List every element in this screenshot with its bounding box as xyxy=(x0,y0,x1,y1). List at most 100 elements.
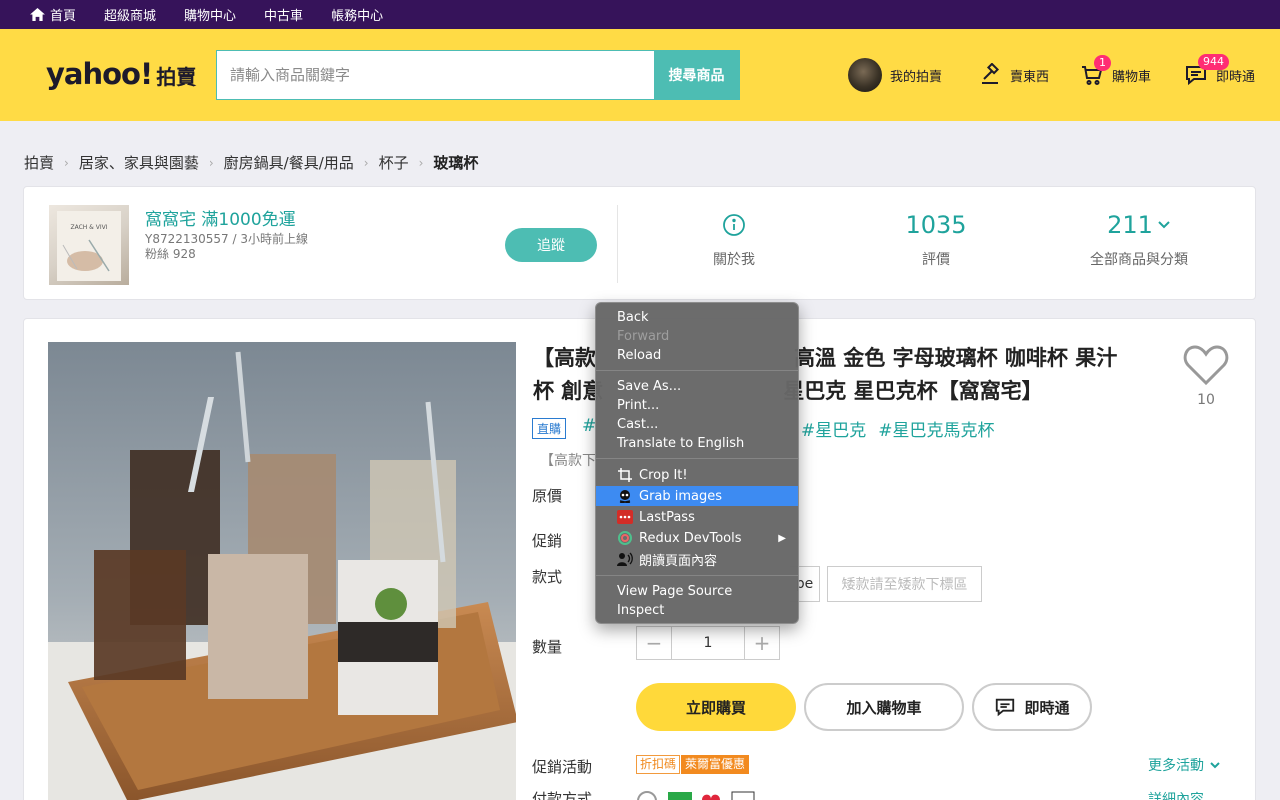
topnav-supermall[interactable]: 超級商城 xyxy=(104,5,156,24)
breadcrumb-chevron-icon: › xyxy=(363,155,369,170)
breadcrumb: 拍賣 › 居家、家具與園藝 › 廚房鍋具/餐具/用品 › 杯子 › 玻璃杯 xyxy=(24,152,478,173)
breadcrumb-glass-cups[interactable]: 玻璃杯 xyxy=(433,152,478,173)
payment-heart-icon xyxy=(702,794,720,800)
follow-button[interactable]: 追蹤 xyxy=(505,228,597,262)
product-subtitle: 【高款下 xyxy=(540,453,596,469)
all-products-label: 全部商品與分類 xyxy=(1090,252,1188,268)
hilife-promo-tag[interactable]: 萊爾富優惠 xyxy=(681,755,750,774)
topnav-supermall-label: 超級商城 xyxy=(104,9,157,24)
quantity-minus-button[interactable]: − xyxy=(637,627,671,659)
original-price-label: 原價 xyxy=(532,487,563,505)
breadcrumb-chevron-icon: › xyxy=(418,155,424,170)
logo-auction-text: 拍賣 xyxy=(156,65,197,89)
product-image[interactable] xyxy=(48,342,516,800)
menu-redux-devtools[interactable]: Redux DevTools ▶ xyxy=(596,528,798,548)
payment-detail-link[interactable]: 詳細內容 xyxy=(1148,789,1204,800)
cart-label: 購物車 xyxy=(1112,69,1152,85)
title-line1-right: 高溫 金色 字母玻璃杯 咖啡杯 果汁 xyxy=(794,346,1118,370)
title-line2-left: 杯 創意 xyxy=(533,379,604,403)
buy-now-button[interactable]: 立即購買 xyxy=(636,683,796,731)
menu-cast[interactable]: Cast... xyxy=(596,414,798,434)
top-nav: 首頁 超級商城 購物中心 中古車 帳務中心 xyxy=(0,0,1280,29)
skull-icon xyxy=(617,488,633,504)
crop-icon xyxy=(617,467,633,483)
search-input[interactable] xyxy=(217,51,654,99)
quantity-label: 數量 xyxy=(532,638,563,656)
breadcrumb-chevron-icon: › xyxy=(64,155,69,170)
topnav-home-label: 首頁 xyxy=(50,9,77,24)
discount-code-tag[interactable]: 折扣碼 xyxy=(636,755,681,774)
seller-card: ZACH & VIVI 窩窩宅 滿1000免運 Y8722130557 / 3小… xyxy=(23,186,1256,300)
direct-buy-tag: 直購 xyxy=(532,418,567,439)
chat-button[interactable]: 即時通 xyxy=(972,683,1092,731)
all-products-link[interactable]: 211 全部商品與分類 xyxy=(1059,209,1219,269)
topnav-billing-label: 帳務中心 xyxy=(331,9,384,24)
search-button[interactable]: 搜尋商品 xyxy=(654,51,739,99)
rating-label: 評價 xyxy=(922,252,950,268)
menu-grab-images-label: Grab images xyxy=(639,488,723,504)
menu-separator xyxy=(596,575,798,576)
topnav-shopping-center-label: 購物中心 xyxy=(184,9,237,24)
about-me-label: 關於我 xyxy=(713,252,755,268)
seller-divider xyxy=(617,205,618,283)
menu-separator xyxy=(596,458,798,459)
promo-price-label: 促銷 xyxy=(532,532,563,550)
sell-link[interactable]: 賣東西 xyxy=(978,63,1049,87)
favorite-button[interactable]: 10 xyxy=(1182,344,1230,408)
menu-save-as[interactable]: Save As... xyxy=(596,376,798,396)
menu-view-source[interactable]: View Page Source xyxy=(596,581,798,601)
chat-icon xyxy=(996,698,1015,717)
menu-crop-it[interactable]: Crop It! xyxy=(596,465,798,485)
avatar xyxy=(848,58,882,92)
breadcrumb-kitchen[interactable]: 廚房鍋具/餐具/用品 xyxy=(224,152,354,173)
payment-711-icon xyxy=(731,791,755,800)
submenu-arrow-icon: ▶ xyxy=(778,532,786,544)
about-me-link[interactable]: 關於我 xyxy=(654,209,814,269)
seller-fans-line: 粉絲 928 xyxy=(145,247,196,261)
topnav-home[interactable]: 首頁 xyxy=(30,5,76,24)
breadcrumb-auction[interactable]: 拍賣 xyxy=(24,152,54,173)
seller-name-link[interactable]: 窩窩宅 滿1000免運 xyxy=(145,205,296,230)
messenger-count-badge: 944 xyxy=(1198,54,1229,70)
more-activities-link[interactable]: 更多活動 xyxy=(1148,755,1221,775)
menu-lastpass[interactable]: LastPass xyxy=(596,507,798,527)
gavel-icon xyxy=(982,63,1000,84)
cart-count-badge: 1 xyxy=(1094,55,1111,71)
payment-label: 付款方式 xyxy=(532,790,593,800)
yahoo-auction-logo[interactable]: yahoo! 拍賣 xyxy=(46,57,196,91)
menu-grab-images[interactable]: Grab images xyxy=(596,486,798,506)
menu-back[interactable]: Back xyxy=(596,307,798,327)
menu-forward: Forward xyxy=(617,328,670,344)
hashtag-starbucks-mug[interactable]: #星巴克馬克杯 xyxy=(878,416,994,441)
lastpass-icon xyxy=(617,509,633,525)
cart-link[interactable]: 購物車 1 xyxy=(1080,55,1152,87)
hashtag-list-right: #星巴克 #星巴克馬克杯 xyxy=(801,416,995,441)
messenger-link[interactable]: 即時通 944 xyxy=(1184,54,1255,87)
context-menu: Back Forward Reload Save As... Print... … xyxy=(595,302,799,624)
menu-inspect[interactable]: Inspect xyxy=(596,600,798,620)
payment-icons xyxy=(636,790,758,800)
menu-print[interactable]: Print... xyxy=(596,395,798,415)
breadcrumb-home-furniture[interactable]: 居家、家具與園藝 xyxy=(79,152,199,173)
menu-reload[interactable]: Reload xyxy=(596,345,798,365)
products-value-wrap: 211 xyxy=(1059,209,1219,241)
menu-translate[interactable]: Translate to English xyxy=(596,433,798,453)
add-to-cart-button[interactable]: 加入購物車 xyxy=(804,683,964,731)
rating-link[interactable]: 1035 評價 xyxy=(856,209,1016,269)
variant-option-short[interactable]: 矮款請至矮款下標區 xyxy=(827,566,982,602)
topnav-billing[interactable]: 帳務中心 xyxy=(331,5,383,24)
favorite-count: 10 xyxy=(1197,392,1215,408)
seller-thumbnail[interactable]: ZACH & VIVI xyxy=(49,205,129,285)
my-auction-link[interactable]: 我的拍賣 xyxy=(848,58,942,92)
menu-read-aloud[interactable]: 朗讀頁面內容 xyxy=(596,549,798,569)
speaker-person-icon xyxy=(617,551,633,567)
topnav-shopping-center[interactable]: 購物中心 xyxy=(184,5,236,24)
quantity-value[interactable]: 1 xyxy=(671,627,745,659)
menu-lastpass-label: LastPass xyxy=(639,509,695,525)
title-line2-right: 星巴克 星巴克杯【窩窩宅】 xyxy=(783,379,1043,403)
hashtag-starbucks[interactable]: #星巴克 xyxy=(801,416,866,441)
quantity-plus-button[interactable]: + xyxy=(745,627,779,659)
chat-button-label: 即時通 xyxy=(1024,698,1070,717)
breadcrumb-cups[interactable]: 杯子 xyxy=(379,152,409,173)
topnav-used-cars[interactable]: 中古車 xyxy=(264,5,303,24)
